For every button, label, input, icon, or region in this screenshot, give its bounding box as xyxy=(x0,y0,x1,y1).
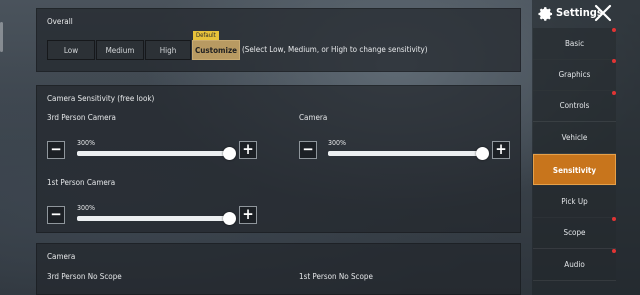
camera-plus-button[interactable]: + xyxy=(492,141,510,159)
left-edge-grip xyxy=(0,22,3,52)
sidebar-item-vehicle[interactable]: Vehicle xyxy=(533,122,616,154)
camera-panel-title: Camera xyxy=(47,252,76,261)
camera-label: Camera xyxy=(299,113,328,122)
sidebar-item-controls[interactable]: Controls xyxy=(533,90,616,122)
first-person-plus-button[interactable]: + xyxy=(239,206,257,224)
third-person-minus-button[interactable]: − xyxy=(47,141,65,159)
sidebar-item-graphics[interactable]: Graphics xyxy=(533,59,616,91)
first-person-value: 300% xyxy=(77,204,96,212)
sidebar-item-label: Graphics xyxy=(558,70,591,79)
sidebar-item-label: Pick Up xyxy=(561,197,588,206)
overall-hint: (Select Low, Medium, or High to change s… xyxy=(242,45,428,54)
audio-badge xyxy=(612,249,616,253)
scope-badge xyxy=(612,217,616,221)
third-person-slider-fill xyxy=(77,151,231,156)
sidebar-item-label: Basic xyxy=(564,39,585,48)
first-person-no-scope-label: 1st Person No Scope xyxy=(299,272,373,281)
close-icon[interactable] xyxy=(594,4,612,22)
camera-sensitivity-title: Camera Sensitivity (free look) xyxy=(47,94,155,103)
option-high[interactable]: High xyxy=(145,40,191,60)
sidebar-item-audio[interactable]: Audio xyxy=(533,249,616,281)
option-medium[interactable]: Medium xyxy=(96,40,144,60)
default-tag: Default xyxy=(193,31,219,40)
third-person-slider[interactable] xyxy=(77,151,231,156)
option-low[interactable]: Low xyxy=(47,40,95,60)
third-person-no-scope-label: 3rd Person No Scope xyxy=(47,272,122,281)
camera-value: 300% xyxy=(328,139,347,147)
sidebar-item-sensitivity[interactable]: Sensitivity xyxy=(533,154,616,185)
third-person-slider-knob[interactable] xyxy=(223,147,236,160)
sidebar-item-label: Vehicle xyxy=(561,133,588,142)
camera-slider-fill xyxy=(328,151,483,156)
sidebar-item-pick-up[interactable]: Pick Up xyxy=(533,186,616,218)
camera-sensitivity-panel: Camera Sensitivity (free look) xyxy=(36,85,521,233)
gear-icon xyxy=(538,7,553,21)
sidebar-item-scope[interactable]: Scope xyxy=(533,217,616,249)
first-person-camera-label: 1st Person Camera xyxy=(47,178,116,187)
sidebar-item-label: Controls xyxy=(559,101,590,110)
sidebar-item-label: Sensitivity xyxy=(552,166,597,175)
third-person-value: 300% xyxy=(77,139,96,147)
first-person-slider[interactable] xyxy=(77,216,231,221)
sidebar-item-basic[interactable]: Basic xyxy=(533,28,616,60)
camera-slider-knob[interactable] xyxy=(476,147,489,160)
third-person-camera-label: 3rd Person Camera xyxy=(47,113,116,122)
first-person-minus-button[interactable]: − xyxy=(47,206,65,224)
camera-panel: Camera xyxy=(36,243,521,295)
option-customize[interactable]: Customize xyxy=(192,40,240,60)
sidebar-item-label: Scope xyxy=(563,228,586,237)
camera-minus-button[interactable]: − xyxy=(299,141,317,159)
first-person-slider-knob[interactable] xyxy=(223,212,236,225)
controls-badge xyxy=(612,91,616,95)
graphics-badge xyxy=(612,59,616,63)
basic-badge xyxy=(612,28,616,32)
first-person-slider-fill xyxy=(77,216,231,221)
camera-slider[interactable] xyxy=(328,151,483,156)
overall-title: Overall xyxy=(47,17,73,26)
sidebar-item-label: Audio xyxy=(564,260,585,269)
third-person-plus-button[interactable]: + xyxy=(239,141,257,159)
